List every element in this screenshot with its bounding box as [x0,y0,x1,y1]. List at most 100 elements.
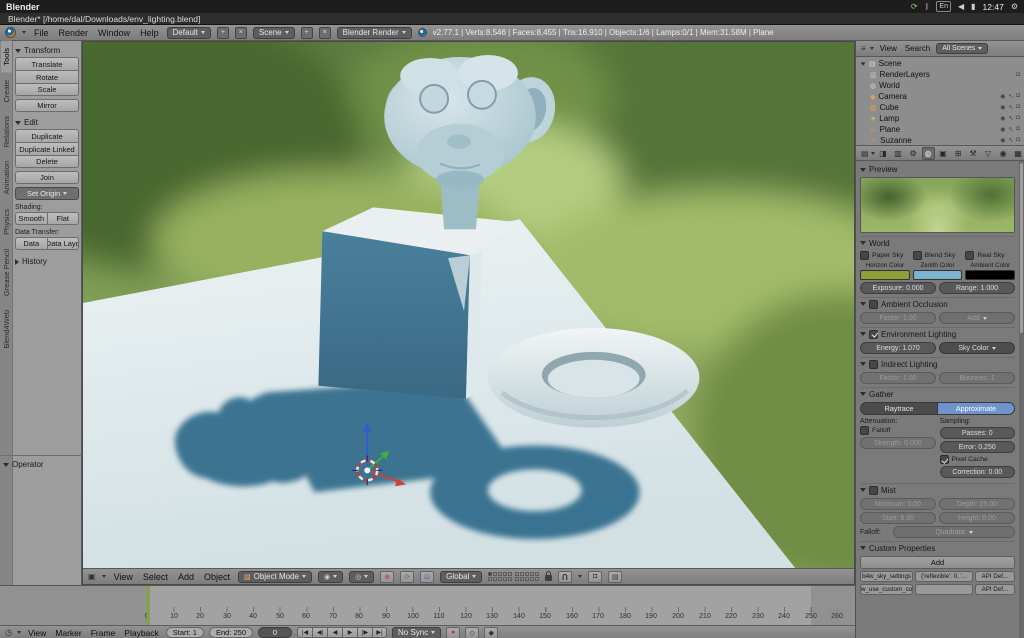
menu-window[interactable]: Window [96,28,132,38]
mist-falloff-dropdown[interactable]: Quadratic [893,526,1015,538]
tab-render-layers[interactable]: ▥ [892,147,905,160]
exposure-field[interactable]: Exposure: 0.000 [860,282,936,294]
indirect-bounces-field[interactable]: Bounces: 1 [939,372,1015,384]
error-field[interactable]: Error: 0.250 [940,441,1016,453]
layers-widget[interactable] [488,572,539,581]
mist-toggle[interactable] [869,486,878,495]
shelf-tab-blend4web[interactable]: Blend4Web [1,303,12,356]
outliner-row-suzanne[interactable]: ☺ Suzanne ◉↖◘ [856,135,1024,146]
add-layout-button[interactable]: + [217,27,229,39]
falloff-toggle[interactable]: Falloff [860,426,936,435]
bluetooth-icon[interactable]: ᛒ [925,2,930,11]
viewport-canvas[interactable] [83,42,854,568]
editor-type-icon[interactable]: ▣ [88,572,96,581]
custom-prop-api-button[interactable]: API Def... [975,584,1015,595]
shelf-tab-create[interactable]: Create [1,73,12,110]
outliner-item-label[interactable]: Cube [880,103,899,112]
tab-scene[interactable]: ⚙ [907,147,920,160]
outliner-row-world[interactable]: ◍ World [856,80,1024,91]
blender-logo-icon[interactable] [5,27,16,38]
data-layout-button[interactable]: Data Layo [47,237,80,250]
outliner-item-label[interactable]: Lamp [879,114,899,123]
edit-panel-header[interactable]: Edit [15,116,79,129]
scrollbar-thumb[interactable] [1020,163,1023,333]
eye-icon[interactable]: ◉ [1000,104,1005,111]
lock-icon[interactable] [545,575,552,581]
blend-sky-toggle[interactable]: Blend Sky [913,251,963,260]
keying-set-icon[interactable]: ◇ [465,627,479,638]
mirror-button[interactable]: Mirror [15,99,79,112]
keyboard-indicator[interactable]: En [936,1,951,12]
render-toggle-icon[interactable]: ◘ [1016,115,1020,122]
custom-prop-api-button[interactable]: API Def... [975,571,1015,582]
preview-panel-header[interactable]: Preview [860,163,1015,176]
mist-panel-header[interactable]: Mist [860,483,1015,496]
outliner-item-label[interactable]: Scene [879,59,902,68]
ambient-color-swatch[interactable] [965,270,1015,280]
play-button[interactable]: ▶ [342,627,357,638]
rotate-manipulator-icon[interactable]: ⟳ [400,571,414,583]
outliner-display-selector[interactable]: All Scenes [936,43,988,54]
select-toggle-icon[interactable]: ↖ [1008,126,1013,133]
pivot-selector[interactable]: ◎ [349,571,374,583]
duplicate-button[interactable]: Duplicate [15,129,79,142]
indirect-lighting-toggle[interactable] [869,360,878,369]
delete-button[interactable]: Delete [15,155,79,168]
passes-field[interactable]: Passes: 0 [940,427,1016,439]
ambient-occlusion-panel-header[interactable]: Ambient Occlusion [860,297,1015,310]
render-toggle-icon[interactable]: ◘ [1016,72,1020,78]
clock[interactable]: 12:47 [983,2,1004,12]
indirect-lighting-panel-header[interactable]: Indirect Lighting [860,357,1015,370]
editor-type-caret-icon[interactable] [870,47,874,50]
eye-icon[interactable]: ◉ [1000,93,1005,100]
outliner-item-label[interactable]: Suzanne [880,136,912,145]
add-scene-button[interactable]: + [301,27,313,39]
menu-marker[interactable]: Marker [53,628,83,638]
jump-to-end-button[interactable]: ▶| [372,627,387,638]
sync-mode-selector[interactable]: No Sync [392,627,441,638]
menu-file[interactable]: File [32,28,51,38]
render-opengl-icon[interactable]: ◘ [588,571,602,583]
prev-keyframe-button[interactable]: ◀| [312,627,327,638]
close-scene-button[interactable]: × [319,27,331,39]
render-toggle-icon[interactable]: ◘ [1016,126,1020,133]
menu-help[interactable]: Help [138,28,161,38]
expand-icon[interactable] [861,62,866,65]
shelf-tab-animation[interactable]: Animation [1,154,12,201]
outliner-row-renderlayers[interactable]: ▥ RenderLayers ◘ [856,69,1024,80]
select-toggle-icon[interactable]: ↖ [1008,115,1013,122]
tab-object-data[interactable]: ▽ [982,147,995,160]
jump-to-start-button[interactable]: |◀ [297,627,312,638]
shelf-tab-grease-pencil[interactable]: Grease Pencil [1,242,12,303]
current-frame-field[interactable]: 0 [258,627,292,638]
range-field[interactable]: Range: 1.000 [939,282,1015,294]
start-frame-field[interactable]: Start: 1 [166,627,204,638]
outliner-item-label[interactable]: Camera [878,92,906,101]
custom-prop-value-field[interactable] [915,584,972,595]
editor-type-caret-icon[interactable] [17,631,21,634]
gather-panel-header[interactable]: Gather [860,387,1015,400]
correction-field[interactable]: Correction: 0.00 [940,466,1016,478]
menu-view[interactable]: View [112,572,135,582]
eye-icon[interactable]: ◉ [1000,126,1005,133]
tab-render[interactable]: ◨ [877,147,890,160]
menu-playback[interactable]: Playback [122,628,161,638]
insert-keyframe-icon[interactable]: ◆ [484,627,498,638]
outliner-row-plane[interactable]: ▭ Plane ◉↖◘ [856,124,1024,135]
mist-start-field[interactable]: Start: 5.00 [860,512,936,524]
session-menu-icon[interactable]: ⚙ [1011,2,1018,11]
editor-type-icon[interactable]: ≡ [861,44,866,53]
end-frame-field[interactable]: End: 250 [209,627,253,638]
frame-ruler-ticks[interactable] [147,607,838,612]
close-layout-button[interactable]: × [235,27,247,39]
smooth-button[interactable]: Smooth [15,212,47,225]
custom-prop-name-button[interactable]: b4w_sky_settings [860,571,913,582]
set-origin-dropdown[interactable]: Set Origin [15,187,79,200]
menu-search[interactable]: Search [903,44,932,53]
shelf-tab-relations[interactable]: Relations [1,109,12,154]
tab-object[interactable]: ▣ [937,147,950,160]
pixel-cache-toggle[interactable]: Pixel Cache [940,455,1016,464]
translate-button[interactable]: Translate [15,57,79,70]
eye-icon[interactable]: ◉ [1000,137,1005,144]
world-preview-image[interactable] [860,177,1015,233]
